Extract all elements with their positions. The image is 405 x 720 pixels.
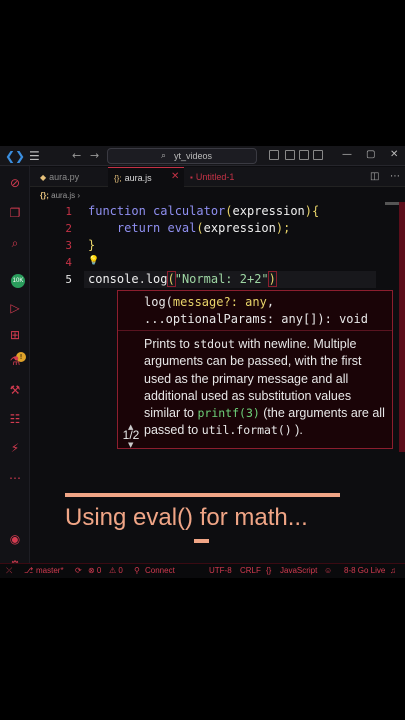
copilot-icon[interactable]: ☺ [324, 564, 332, 578]
live-share-icon[interactable]: ☷ [8, 412, 22, 426]
explorer-icon[interactable]: ❐ [8, 206, 22, 220]
caption-top-bar [65, 493, 340, 497]
toggle-panel-icon[interactable] [299, 150, 309, 160]
tab-aura-py[interactable]: ◆ aura.py [36, 167, 106, 187]
close-tab-icon[interactable]: ✕ [171, 167, 179, 187]
maximize-button[interactable]: ▢ [366, 148, 375, 162]
language-mode[interactable]: JavaScript [280, 564, 317, 578]
title-bar: ❮❯ ☰ ← → ⌕ yt_videos — ▢ ✕ [0, 146, 405, 166]
line-number: 2 [65, 222, 72, 235]
search-text: yt_videos [174, 151, 213, 161]
accounts-sync-icon[interactable]: ⊘ [8, 176, 22, 190]
thunder-client-icon[interactable]: ⚡ [8, 441, 22, 455]
more-actions-icon[interactable]: ⋯ [390, 170, 400, 184]
hamburger-icon[interactable]: ☰ [29, 149, 40, 163]
line-number: 3 [65, 239, 72, 252]
toggle-secondary-sidebar-icon[interactable] [313, 150, 323, 160]
run-debug-icon[interactable]: ▷ [8, 301, 22, 315]
activity-bar: ⊘ ❐ ⌕ 10K ▷ ⊞ ! ⚗ ⚒ ☷ ⚡ ⋯ ◉ ⚙ [0, 166, 30, 572]
extensions-icon[interactable]: ⊞ [8, 328, 22, 342]
overload-pager: 1/2 [122, 428, 140, 442]
more-views-icon[interactable]: ⋯ [8, 471, 22, 485]
end-of-line[interactable]: CRLF [240, 564, 261, 578]
errors-count[interactable]: ⊗ 0 [88, 564, 101, 578]
line-number: 5 [65, 273, 72, 286]
function-documentation: Prints to stdout with newline. Multiple … [144, 337, 385, 438]
sync-icon[interactable]: ⟳ [75, 564, 82, 578]
code-line[interactable]: } [88, 237, 95, 254]
vscode-window: ❮❯ ☰ ← → ⌕ yt_videos — ▢ ✕ ⊘ ❐ ⌕ 10K ▷ ⊞… [0, 146, 405, 578]
encoding[interactable]: UTF-8 [209, 564, 232, 578]
split-editor-icon[interactable]: ◫ [370, 170, 379, 184]
customize-layout-icon[interactable] [269, 150, 279, 160]
js-file-icon: {}; [40, 191, 49, 200]
lightbulb-icon[interactable]: 💡 [88, 254, 99, 268]
testing-flask-icon[interactable]: ⚗ [8, 354, 22, 368]
code-line[interactable]: console.log("Normal: 2+2") [88, 271, 277, 288]
git-branch[interactable]: master* [36, 564, 64, 578]
line-number: 1 [65, 205, 72, 218]
command-center-search[interactable]: ⌕ yt_videos [107, 148, 257, 164]
video-caption: Using eval() for math... [65, 504, 308, 531]
parameter-hints-widget[interactable]: log(message?: any, ...optionalParams: an… [117, 290, 393, 449]
status-bar: ⤫ ⎇ master* ⟳ ⊗ 0 ⚠ 0 ⚲ Connect UTF-8 CR… [0, 563, 405, 578]
remote-indicator-icon[interactable]: ⤫ [6, 564, 12, 578]
scrollbar[interactable] [399, 202, 405, 452]
forward-arrow-icon[interactable]: → [90, 149, 99, 163]
back-arrow-icon[interactable]: ← [72, 149, 81, 163]
file-icon: ▪ [190, 173, 193, 182]
git-branch-icon[interactable]: ⎇ [24, 564, 33, 578]
line-number: 4 [65, 256, 72, 269]
python-icon: ◆ [40, 173, 47, 182]
vscode-logo-icon: ❮❯ [5, 149, 26, 163]
warnings-count[interactable]: ⚠ 0 [109, 564, 123, 578]
editor-tabs: ◆ aura.py {}; aura.js ✕ ▪ Untitled-1 ◫ ⋯ [30, 167, 405, 187]
function-signature: log(message?: any, ...optionalParams: an… [118, 291, 392, 331]
caption-dash [194, 539, 209, 543]
code-line[interactable]: function calculator(expression){ [88, 203, 319, 220]
tab-untitled-1[interactable]: ▪ Untitled-1 [186, 167, 266, 187]
toggle-primary-sidebar-icon[interactable] [285, 150, 295, 160]
notifications-bell-icon[interactable]: ♫ [390, 564, 396, 578]
remote-explorer-icon[interactable]: ⚒ [8, 383, 22, 397]
connect-button[interactable]: Connect [145, 564, 175, 578]
minimap[interactable] [385, 202, 399, 205]
chevron-down-icon[interactable]: ▼ [128, 442, 133, 449]
code-line[interactable]: return eval(expression); [88, 220, 290, 237]
language-braces-icon: {} [266, 566, 272, 575]
plug-icon: ⚲ [134, 566, 140, 575]
go-live-button[interactable]: 8-8 Go Live [344, 564, 385, 578]
minimize-button[interactable]: — [342, 148, 352, 162]
breadcrumb[interactable]: {}; aura.js › [40, 190, 80, 202]
close-window-button[interactable]: ✕ [390, 148, 398, 162]
source-control-badge-icon[interactable]: 10K [11, 274, 25, 288]
search-icon[interactable]: ⌕ [8, 236, 22, 250]
search-icon: ⌕ [161, 151, 167, 161]
account-icon[interactable]: ◉ [8, 532, 22, 546]
js-file-icon: {}; [114, 174, 122, 183]
